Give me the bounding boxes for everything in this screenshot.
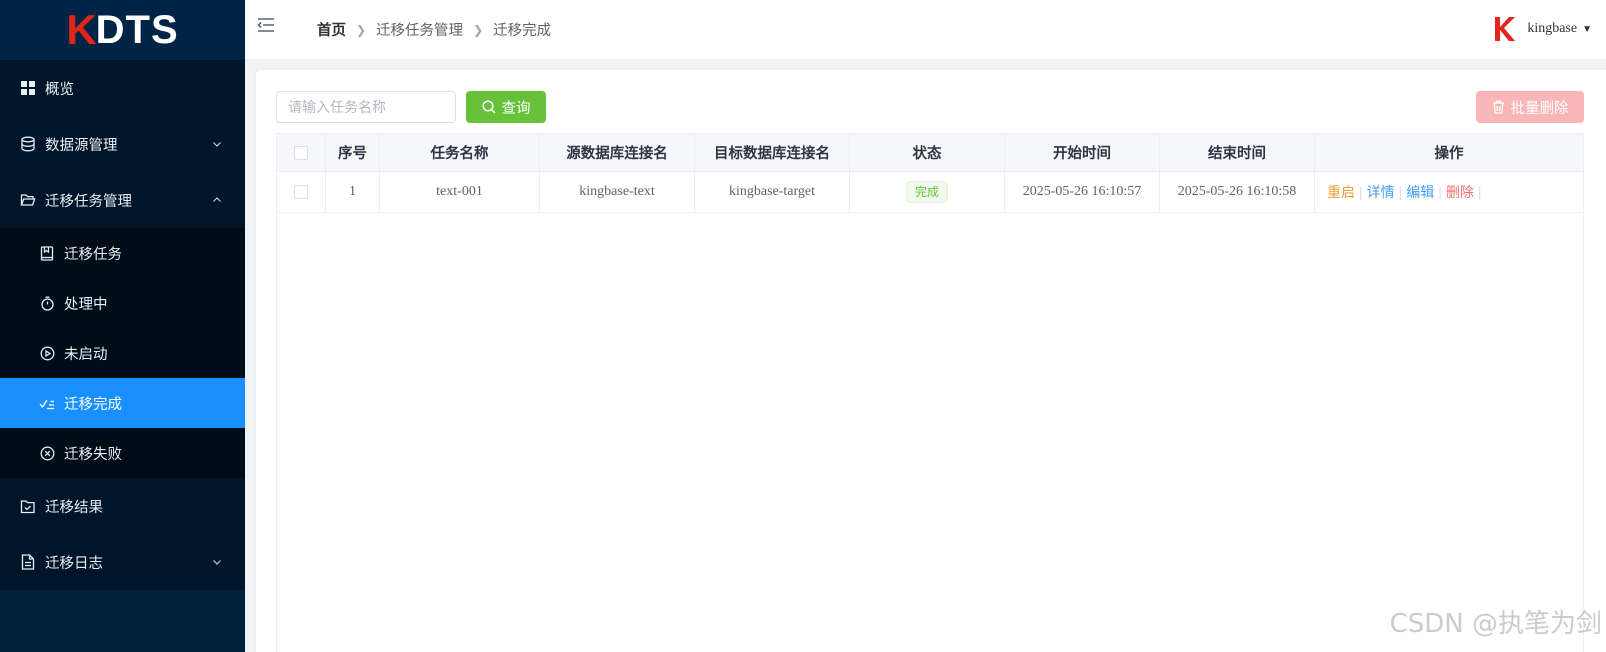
main-panel: 查询 批量删除 序号 任务名称 源数据库连接名 目标数据库连接名 状态 开始时间… [256,70,1606,652]
sidebar-item-failed[interactable]: 迁移失败 [0,428,245,478]
sidebar-item-label: 迁移结果 [45,499,103,516]
username: kingbase [1527,21,1578,36]
divider: | [1398,184,1403,200]
sidebar-item-label: 迁移任务 [64,246,122,263]
migration-submenu: 迁移任务 处理中 未启动 迁移完成 迁移失败 [0,228,245,478]
divider: | [1359,184,1363,200]
sidebar-item-not-started[interactable]: 未启动 [0,328,245,378]
bulk-delete-button[interactable]: 批量删除 [1476,91,1584,123]
column-header: 序号 [326,134,380,171]
breadcrumb-current: 迁移完成 [493,23,552,39]
search-icon [481,100,496,114]
task-table: 序号 任务名称 源数据库连接名 目标数据库连接名 状态 开始时间 结束时间 操作… [276,133,1584,652]
check-list-icon [39,395,55,411]
chevron-right-icon: ❯ [356,22,367,37]
column-header: 结束时间 [1160,134,1315,171]
caret-down-icon: ▼ [1582,23,1592,35]
sidebar-menu: 概览 数据源管理 迁移任务管理 [0,60,245,228]
row-select-cell [277,172,326,212]
cell-actions: 重启 | 详情 | 编辑 | 删除 | [1315,172,1583,212]
logo-mark: K [66,6,98,53]
cell-index: 1 [326,172,380,212]
avatar [1495,17,1516,41]
watermark: CSDN @执笔为剑 [1389,609,1602,639]
sidebar-item-label: 迁移完成 [64,396,122,413]
select-all-cell [277,134,326,171]
folder-open-icon [20,192,36,208]
detail-link[interactable]: 详情 [1367,182,1395,202]
task-name-search-input[interactable] [276,91,456,123]
column-header: 开始时间 [1005,134,1160,171]
sidebar-item-label: 数据源管理 [45,137,118,154]
sidebar-item-migration-task[interactable]: 迁移任务 [0,228,245,278]
column-header: 状态 [850,134,1005,171]
trash-icon [1492,100,1504,114]
cell-start-time: 2025-05-26 16:10:57 [1005,172,1160,212]
database-icon [20,136,36,152]
breadcrumb-home[interactable]: 首页 [317,19,346,40]
breadcrumb: 首页 ❯ 迁移任务管理 ❯ 迁移完成 [317,19,551,40]
book-icon [39,245,55,261]
sidebar: K DTS 概览 数据源管理 迁移任务管理 迁移任务 处理中 未启动 迁移完成 … [0,0,245,652]
sidebar-item-overview[interactable]: 概览 [0,60,245,116]
status-badge: 完成 [905,181,948,203]
stopwatch-icon [39,295,55,311]
grid-icon [20,80,36,96]
app-logo[interactable]: K DTS [0,0,245,60]
document-icon [20,554,36,570]
sidebar-item-label: 概览 [45,81,74,98]
restart-link[interactable]: 重启 [1327,182,1355,202]
breadcrumb-item: 迁移任务管理 [376,23,464,39]
bulk-delete-label: 批量删除 [1510,100,1569,117]
chevron-down-icon [213,560,221,565]
folder-check-icon [20,498,36,514]
column-header: 操作 [1434,146,1464,162]
column-header: 任务名称 [380,134,540,171]
sidebar-item-migration-results[interactable]: 迁移结果 [0,478,245,534]
delete-link[interactable]: 删除 [1446,182,1474,202]
table-header: 序号 任务名称 源数据库连接名 目标数据库连接名 状态 开始时间 结束时间 操作 [277,134,1583,172]
chevron-up-icon [213,197,221,202]
cell-target-connection: kingbase-target [695,172,850,212]
sidebar-item-label: 迁移日志 [45,555,103,572]
sidebar-item-completed[interactable]: 迁移完成 [0,378,245,428]
close-circle-icon [39,445,55,461]
top-header: 首页 ❯ 迁移任务管理 ❯ 迁移完成 kingbase ▼ [245,0,1606,60]
sidebar-item-label: 迁移失败 [64,446,122,463]
select-all-checkbox[interactable] [294,145,308,160]
sidebar-item-label: 处理中 [64,296,108,313]
menu-fold-icon[interactable] [257,16,275,34]
row-checkbox[interactable] [294,185,308,199]
query-button-label: 查询 [501,100,531,117]
logo-text: DTS [95,7,179,52]
cell-task-name: text-001 [380,172,540,212]
sidebar-item-label: 迁移任务管理 [45,193,132,210]
column-header: 目标数据库连接名 [695,134,850,171]
divider: | [1438,184,1442,200]
sidebar-item-label: 未启动 [64,346,108,363]
edit-link[interactable]: 编辑 [1406,182,1434,202]
sidebar-item-datasource[interactable]: 数据源管理 [0,116,245,172]
sidebar-item-processing[interactable]: 处理中 [0,278,245,328]
cell-status: 完成 [850,172,1005,212]
cell-source-connection: kingbase-text [540,172,695,212]
sidebar-menu-bottom: 迁移结果 迁移日志 [0,478,245,590]
table-row: 1 text-001 kingbase-text kingbase-target… [277,172,1583,213]
cell-end-time: 2025-05-26 16:10:58 [1160,172,1315,212]
divider: | [1477,184,1482,200]
query-button[interactable]: 查询 [466,91,546,123]
chevron-down-icon [213,142,221,147]
user-menu[interactable]: kingbase ▼ [1489,14,1592,44]
play-circle-icon [39,345,55,361]
sidebar-item-migration-logs[interactable]: 迁移日志 [0,534,245,590]
sidebar-item-migration-tasks[interactable]: 迁移任务管理 [0,172,245,228]
column-header: 源数据库连接名 [540,134,695,171]
chevron-right-icon: ❯ [473,22,484,37]
